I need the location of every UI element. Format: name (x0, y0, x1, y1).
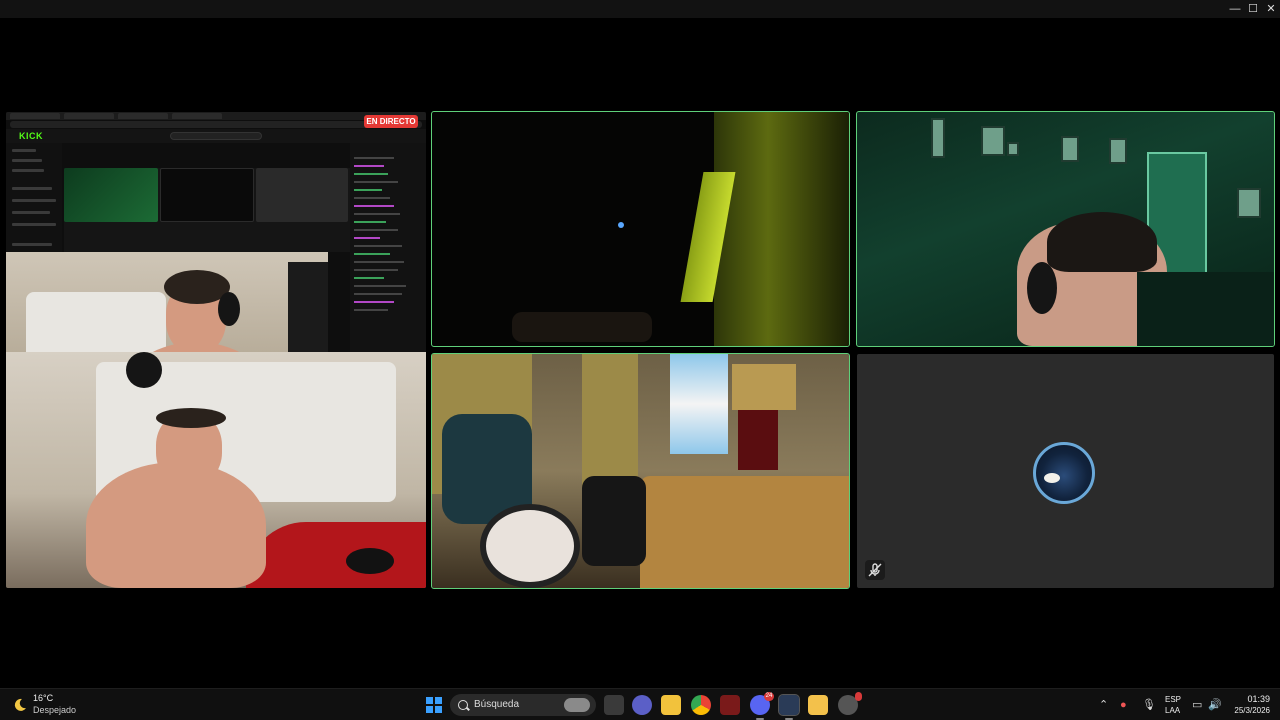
browser-tab-strip (6, 112, 426, 120)
live-badge: EN DIRECTO (364, 115, 418, 128)
keyboard-layout[interactable]: LAA (1165, 706, 1180, 715)
steam-icon[interactable] (778, 694, 800, 720)
screen-share-tile[interactable]: KICK EN DIRECTO (6, 112, 426, 588)
weather-temperature[interactable]: 16°C (33, 693, 53, 703)
taskbar: 16°C Despejado Búsqueda 24 ⌃ ● 🎙 ESP LAA… (0, 688, 1280, 720)
blue-light (618, 222, 624, 228)
moon-weather-icon[interactable] (12, 697, 28, 713)
stream-main-camera (6, 352, 426, 588)
notes-icon[interactable] (808, 695, 828, 715)
chevron-up-icon[interactable]: ⌃ (1099, 697, 1108, 713)
stream-thumbnail (256, 168, 348, 222)
taskbar-search[interactable]: Búsqueda (450, 694, 596, 716)
weather-description[interactable]: Despejado (33, 705, 76, 715)
stream-thumbnail (64, 168, 158, 222)
door-in-video (714, 112, 849, 346)
app-red-icon[interactable] (720, 695, 740, 715)
microphone-icon[interactable]: 🎙 (1142, 697, 1156, 713)
bed-in-video (640, 476, 849, 588)
app-tray-icon[interactable]: ● (1120, 697, 1127, 713)
folder-icon[interactable] (661, 695, 681, 715)
window-titlebar: — ☐ ✕ (0, 0, 1280, 18)
dev-icon[interactable] (838, 692, 862, 715)
avatar (1033, 442, 1095, 504)
keyboard-language[interactable]: ESP (1165, 695, 1181, 704)
kick-search-input (170, 132, 262, 140)
notification-badge: 24 (764, 692, 774, 701)
stream-thumbnail (160, 168, 254, 222)
chrome-icon[interactable] (691, 695, 711, 715)
start-button[interactable] (426, 697, 442, 713)
discord-icon[interactable]: 24 (750, 692, 774, 720)
browser-url-bar (10, 121, 422, 128)
kick-chat-panel (350, 143, 426, 352)
participant-video-tile[interactable] (431, 353, 850, 589)
muted-mic-icon (865, 560, 885, 580)
search-icon (458, 700, 468, 710)
clock-time[interactable]: 01:39 (1230, 694, 1270, 704)
maximize-button[interactable]: ☐ (1246, 2, 1260, 16)
flag (670, 354, 728, 454)
monitor-icon[interactable]: ▭ (1192, 697, 1202, 713)
clock-date[interactable]: 25/3/2026 (1218, 706, 1270, 715)
hand-in-video (512, 312, 652, 342)
file-explorer-icon[interactable] (604, 695, 624, 715)
participant-avatar-tile[interactable] (857, 354, 1274, 588)
teams-icon[interactable] (632, 695, 652, 715)
close-button[interactable]: ✕ (1264, 2, 1278, 16)
search-highlight-icon (564, 698, 590, 712)
participant-video-tile[interactable] (431, 111, 850, 347)
minimize-button[interactable]: — (1228, 2, 1242, 16)
search-placeholder: Búsqueda (474, 699, 520, 710)
kick-logo: KICK (19, 131, 43, 141)
participant-video-tile[interactable] (856, 111, 1275, 347)
